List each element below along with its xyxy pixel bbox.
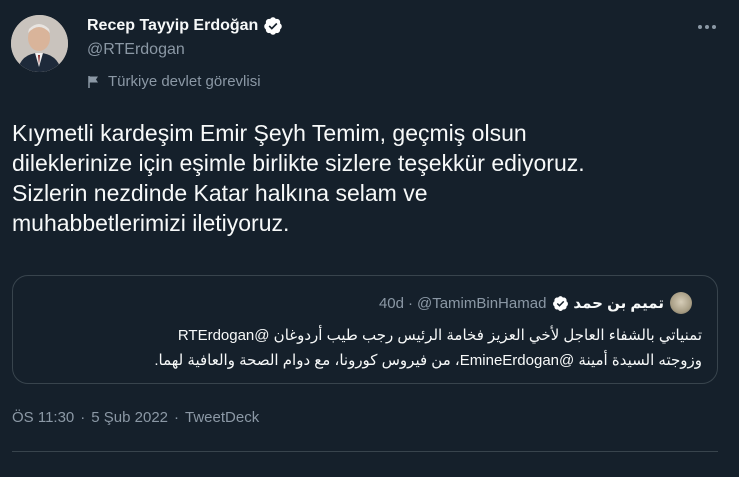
tweet-time[interactable]: ÖS 11:30: [12, 409, 74, 426]
quoted-time[interactable]: 40d: [379, 295, 404, 312]
divider: [12, 451, 718, 452]
tweet-text-line: muhabbetlerimizi iletiyoruz.: [12, 210, 290, 236]
government-label[interactable]: Türkiye devlet görevlisi: [87, 73, 261, 90]
separator-dot: ·: [174, 409, 180, 426]
avatar-image: [11, 15, 68, 72]
author-name-row[interactable]: Recep Tayyip Erdoğan: [87, 16, 283, 36]
quoted-handle[interactable]: @TamimBinHamad: [417, 295, 546, 312]
quoted-tweet-text: تمنياتي بالشفاء العاجل لأخي العزيز فخامة…: [22, 323, 702, 373]
separator-dot: ·: [407, 294, 413, 312]
tweet-text-line: dileklerinize için eşimle birlikte sizle…: [12, 150, 585, 176]
author-handle[interactable]: @RTErdogan: [87, 41, 185, 59]
more-icon: [698, 25, 716, 29]
quoted-text-line: وزوجته السيدة أمينة @EmineErdogan، من في…: [154, 352, 702, 369]
tweet-text-line: Sizlerin nezdinde Katar halkına selam ve: [12, 180, 428, 206]
tweet-source[interactable]: TweetDeck: [185, 409, 259, 426]
separator-dot: ·: [80, 409, 86, 426]
tweet-text: Kıymetli kardeşim Emir Şeyh Temim, geçmi…: [12, 118, 727, 238]
quoted-tweet-header: تميم بن حمد @TamimBinHamad · 40d: [379, 292, 692, 314]
flag-icon: [87, 75, 101, 89]
more-options-button[interactable]: [690, 10, 724, 44]
verified-badge-icon: [552, 295, 569, 312]
author-display-name[interactable]: Recep Tayyip Erdoğan: [87, 17, 258, 35]
quoted-avatar[interactable]: [670, 292, 692, 314]
quoted-tweet[interactable]: تميم بن حمد @TamimBinHamad · 40d تمنياتي…: [12, 275, 718, 384]
verified-badge-icon: [263, 16, 283, 36]
tweet-detail: Recep Tayyip Erdoğan @RTErdogan Türkiye …: [0, 0, 739, 477]
tweet-date[interactable]: 5 Şub 2022: [91, 409, 168, 426]
quoted-display-name[interactable]: تميم بن حمد: [573, 294, 664, 312]
government-label-text: Türkiye devlet görevlisi: [108, 73, 261, 90]
avatar[interactable]: [11, 15, 68, 72]
quoted-text-line: تمنياتي بالشفاء العاجل لأخي العزيز فخامة…: [177, 327, 702, 344]
tweet-text-line: Kıymetli kardeşim Emir Şeyh Temim, geçmi…: [12, 120, 527, 146]
tweet-meta: ÖS 11:30 · 5 Şub 2022 · TweetDeck: [12, 409, 259, 426]
